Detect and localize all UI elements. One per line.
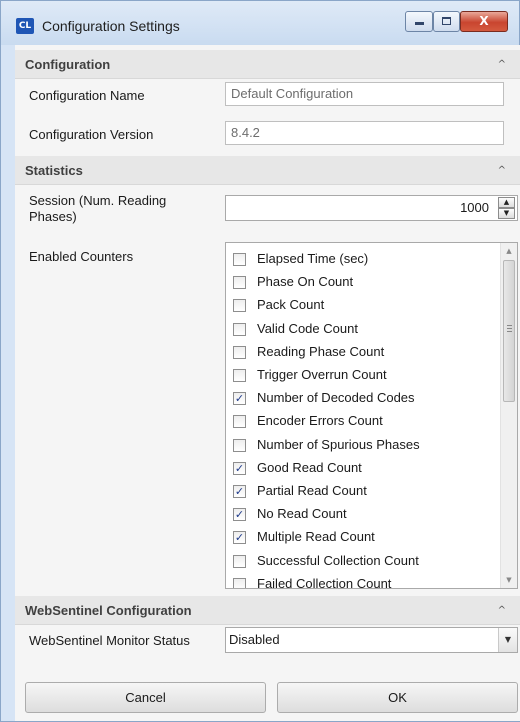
checkbox-icon[interactable] (233, 369, 246, 382)
counter-item[interactable]: Valid Code Count (226, 319, 500, 341)
session-value[interactable]: 1000 (460, 200, 489, 215)
enabled-counters-list[interactable]: Elapsed Time (sec) Phase On Count Pack Cou… (225, 242, 518, 589)
counter-label: Good Read Count (257, 459, 362, 475)
section-header-statistics[interactable]: Statistics ^ (15, 156, 520, 185)
close-button[interactable]: X (460, 11, 508, 32)
websentinel-monitor-status-label: WebSentinel Monitor Status (29, 633, 190, 648)
counter-item[interactable]: ✓ Number of Decoded Codes (226, 388, 500, 410)
counter-item[interactable]: Failed Collection Count (226, 574, 500, 589)
counter-label: Partial Read Count (257, 483, 367, 498)
counter-item[interactable]: Phase On Count (226, 272, 500, 294)
counter-label: Valid Code Count (257, 320, 358, 336)
checkbox-checked-icon[interactable]: ✓ (233, 508, 246, 522)
section-header-configuration[interactable]: Configuration ^ (15, 50, 520, 79)
counter-item[interactable]: Encoder Errors Count (226, 411, 500, 433)
configuration-version-label: Configuration Version (29, 127, 154, 142)
title-bar[interactable]: CL Configuration Settings X (1, 1, 519, 45)
grip-line (507, 325, 512, 326)
configuration-name-label: Configuration Name (29, 88, 145, 103)
configuration-name-field[interactable]: Default Configuration (225, 82, 504, 106)
counter-item[interactable]: Elapsed Time (sec) (226, 249, 500, 271)
checkbox-checked-icon[interactable]: ✓ (233, 392, 246, 406)
checkbox-icon[interactable] (233, 438, 246, 452)
collapse-chevron-icon[interactable]: ^ (498, 50, 506, 79)
checkbox-icon[interactable] (233, 322, 246, 336)
maximize-button[interactable] (433, 11, 460, 32)
collapse-chevron-icon[interactable]: ^ (498, 596, 506, 625)
section-title: WebSentinel Configuration (25, 603, 192, 618)
checkbox-icon[interactable] (233, 276, 246, 290)
counter-label: Number of Spurious Phases (257, 436, 420, 452)
minimize-button[interactable] (405, 11, 433, 32)
checkbox-checked-icon[interactable]: ✓ (233, 485, 246, 498)
counter-item[interactable]: ✓ Good Read Count (226, 458, 500, 480)
counter-label: Elapsed Time (sec) (257, 251, 369, 266)
counter-label: Reading Phase Count (257, 343, 385, 359)
session-label: Session (Num. Reading Phases) (29, 193, 166, 225)
checkbox-icon[interactable] (233, 415, 246, 429)
checkbox-checked-icon[interactable]: ✓ (233, 461, 246, 475)
scroll-up-arrow-icon[interactable]: ▲ (501, 243, 517, 259)
counter-item[interactable]: Reading Phase Count (226, 342, 500, 364)
chevron-down-icon[interactable]: ▼ (498, 628, 517, 652)
counter-label: No Read Count (257, 506, 347, 522)
counter-item[interactable]: ✓ No Read Count (226, 504, 500, 526)
close-icon: X (479, 14, 489, 28)
selected-value: Disabled (229, 632, 280, 647)
session-reading-phases-stepper[interactable]: 1000 ▲ ▼ (225, 195, 518, 221)
increment-arrow-icon[interactable]: ▲ (498, 197, 515, 208)
session-label-line: Phases) (29, 209, 77, 224)
checkbox-icon[interactable] (233, 299, 246, 313)
configuration-settings-window: CL Configuration Settings X Configuratio… (0, 0, 520, 722)
window-title: Configuration Settings (42, 18, 180, 34)
minimize-icon (414, 22, 424, 25)
checkbox-icon[interactable] (233, 253, 246, 266)
counter-item[interactable]: Trigger Overrun Count (226, 365, 500, 387)
counter-item[interactable]: ✓ Partial Read Count (226, 481, 500, 503)
decrement-arrow-icon[interactable]: ▼ (498, 208, 515, 219)
checkbox-icon[interactable] (233, 345, 246, 359)
counter-item[interactable]: ✓ Multiple Read Count (226, 527, 500, 549)
counter-item[interactable]: Successful Collection Count (226, 551, 500, 573)
counter-label: Encoder Errors Count (257, 413, 383, 429)
maximize-icon (442, 17, 451, 25)
grip-line (507, 331, 512, 332)
settings-panel: Configuration ^ Configuration Name Defau… (15, 45, 520, 721)
collapse-chevron-icon[interactable]: ^ (498, 156, 506, 185)
configuration-version-field[interactable]: 8.4.2 (225, 121, 504, 145)
counter-item[interactable]: Pack Count (226, 295, 500, 317)
section-header-websentinel[interactable]: WebSentinel Configuration ^ (15, 596, 520, 625)
counter-label: Successful Collection Count (257, 552, 419, 568)
cancel-button[interactable]: Cancel (25, 682, 266, 713)
counter-label: Phase On Count (257, 274, 354, 290)
enabled-counters-label: Enabled Counters (29, 249, 134, 264)
session-label-line: Session (Num. Reading (29, 193, 167, 208)
app-icon: CL (16, 18, 34, 34)
ok-button[interactable]: OK (277, 682, 518, 713)
checkbox-icon[interactable] (233, 577, 246, 588)
section-title: Configuration (25, 57, 111, 72)
checkbox-icon[interactable] (233, 554, 246, 568)
counter-label: Number of Decoded Codes (257, 390, 415, 406)
grip-line (507, 328, 512, 329)
section-title: Statistics (25, 163, 83, 178)
counters-scrollbar[interactable]: ▲ ▼ (500, 243, 517, 588)
checkbox-checked-icon[interactable]: ✓ (233, 531, 246, 545)
counter-label: Pack Count (257, 297, 325, 313)
scroll-thumb[interactable] (503, 260, 515, 402)
counter-label: Trigger Overrun Count (257, 367, 387, 382)
scroll-down-arrow-icon[interactable]: ▼ (501, 572, 517, 588)
counter-label: Multiple Read Count (257, 529, 375, 545)
counter-label: Failed Collection Count (257, 575, 392, 589)
websentinel-monitor-status-select[interactable]: Disabled ▼ (225, 627, 518, 653)
counter-item[interactable]: Number of Spurious Phases (226, 435, 500, 457)
